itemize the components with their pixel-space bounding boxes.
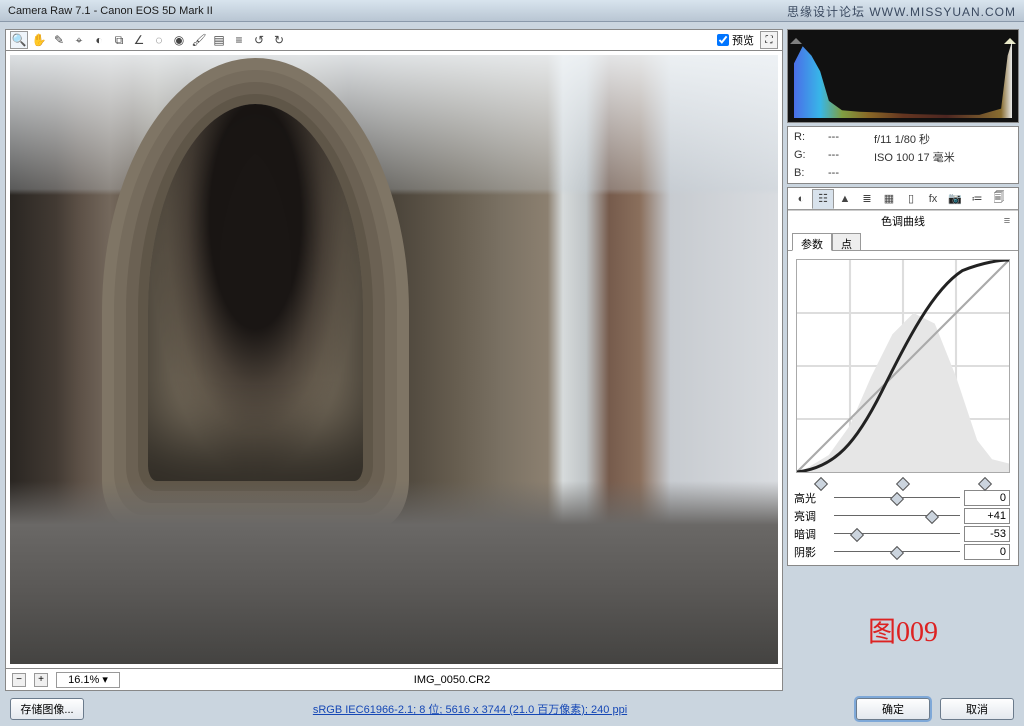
highlight-clip-warning-icon[interactable] [1004, 32, 1016, 44]
info-readout: R: --- f/11 1/80 秒 G: --- ISO 100 17 毫米 … [787, 126, 1019, 184]
preview-label: 预览 [732, 32, 754, 48]
darks-input[interactable] [964, 526, 1010, 542]
white-balance-tool-icon[interactable]: ✎ [50, 31, 68, 49]
b-label: B: [794, 167, 822, 179]
target-adjust-tool-icon[interactable]: ◐ [90, 31, 108, 49]
tab-detail[interactable]: ▲ [834, 189, 856, 209]
panel-tabstrip: ◐ ☷ ▲ ≣ ▦ ▯ fx 📷 ≔ 🗐 [788, 188, 1018, 210]
tab-effects[interactable]: fx [922, 189, 944, 209]
highlights-label: 高光 [794, 490, 830, 506]
r-value: --- [828, 131, 868, 147]
zoom-out-button[interactable]: − [12, 673, 26, 687]
preview-image[interactable] [10, 55, 778, 664]
tab-hsl[interactable]: ≣ [856, 189, 878, 209]
redeye-tool-icon[interactable]: ◉ [170, 31, 188, 49]
curve-tab-points[interactable]: 点 [832, 233, 861, 251]
filename-label: IMG_0050.CR2 [128, 674, 776, 686]
tab-lens[interactable]: ▯ [900, 189, 922, 209]
color-sampler-tool-icon[interactable]: ⌖ [70, 31, 88, 49]
watermark-text: 思缘设计论坛 WWW.MISSYUAN.COM [787, 3, 1016, 20]
r-label: R: [794, 131, 822, 147]
zoom-tool-icon[interactable]: 🔍 [10, 31, 28, 49]
tab-camera-cal[interactable]: 📷 [944, 189, 966, 209]
shadows-slider[interactable] [834, 545, 960, 559]
tab-split-toning[interactable]: ▦ [878, 189, 900, 209]
shadows-label: 阴影 [794, 544, 830, 560]
workflow-options-link[interactable]: sRGB IEC61966-2.1; 8 位; 5616 x 3744 (21.… [94, 701, 846, 717]
crop-tool-icon[interactable]: ⧉ [110, 31, 128, 49]
adjustment-brush-icon[interactable]: 🖌 [190, 31, 208, 49]
highlights-input[interactable] [964, 490, 1010, 506]
tab-snapshots[interactable]: 🗐 [988, 189, 1010, 209]
tone-curve-editor[interactable] [796, 259, 1010, 473]
lights-label: 亮调 [794, 508, 830, 524]
cancel-button[interactable]: 取消 [940, 698, 1014, 720]
exposure-readout: f/11 1/80 秒 [874, 131, 1012, 147]
zoom-in-button[interactable]: + [34, 673, 48, 687]
darks-label: 暗调 [794, 526, 830, 542]
tab-basic[interactable]: ◐ [790, 189, 812, 209]
b-value: --- [828, 167, 868, 179]
darks-slider[interactable] [834, 527, 960, 541]
straighten-tool-icon[interactable]: ∠ [130, 31, 148, 49]
toolbar: 🔍 ✋ ✎ ⌖ ◐ ⧉ ∠ ◌ ◉ 🖌 ▤ ≡ ↺ ↻ 预览 ⛶ [5, 29, 783, 51]
ok-button[interactable]: 确定 [856, 698, 930, 720]
g-label: G: [794, 149, 822, 165]
panel-menu-icon[interactable]: ≡ [1000, 214, 1014, 228]
curve-tab-params[interactable]: 参数 [792, 233, 832, 251]
histogram-panel [787, 29, 1019, 123]
tab-presets[interactable]: ≔ [966, 189, 988, 209]
shadows-input[interactable] [964, 544, 1010, 560]
preview-checkbox[interactable]: 预览 [717, 32, 754, 48]
lights-slider[interactable] [834, 509, 960, 523]
app-title: Camera Raw 7.1 - Canon EOS 5D Mark II [8, 5, 213, 17]
panel-title: 色调曲线 [881, 213, 925, 229]
hand-tool-icon[interactable]: ✋ [30, 31, 48, 49]
tab-tone-curve[interactable]: ☷ [812, 189, 834, 209]
figure-annotation: 图009 [787, 569, 1019, 691]
fullscreen-button[interactable]: ⛶ [760, 31, 778, 49]
iso-readout: ISO 100 17 毫米 [874, 149, 1012, 165]
lights-input[interactable] [964, 508, 1010, 524]
rotate-ccw-icon[interactable]: ↺ [250, 31, 268, 49]
shadow-clip-warning-icon[interactable] [790, 32, 802, 44]
zoom-level-select[interactable]: 16.1% ▾ [56, 672, 120, 688]
graduated-filter-icon[interactable]: ▤ [210, 31, 228, 49]
g-value: --- [828, 149, 868, 165]
rotate-cw-icon[interactable]: ↻ [270, 31, 288, 49]
prefs-tool-icon[interactable]: ≡ [230, 31, 248, 49]
spot-removal-tool-icon[interactable]: ◌ [150, 31, 168, 49]
save-image-button[interactable]: 存储图像... [10, 698, 84, 720]
highlights-slider[interactable] [834, 491, 960, 505]
